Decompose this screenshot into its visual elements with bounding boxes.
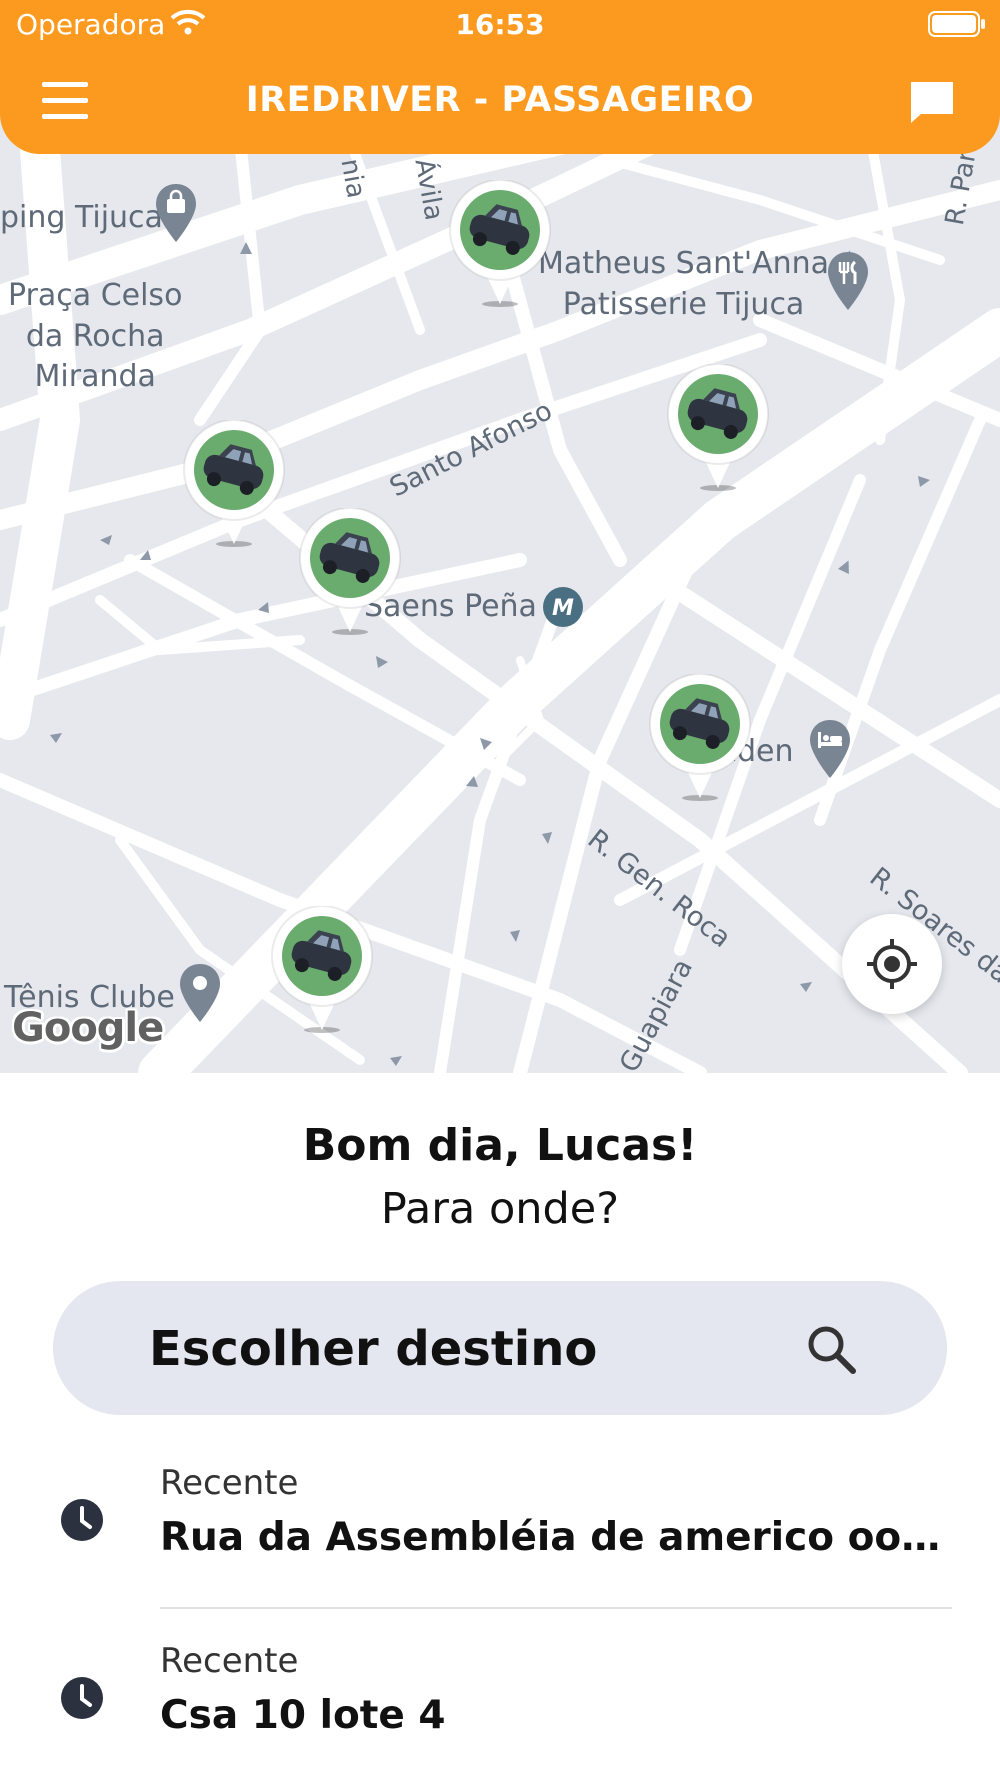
greeting-text: Bom dia, Lucas! [302, 1120, 698, 1171]
recent-label: Recente [160, 1463, 299, 1503]
car-marker-icon[interactable] [270, 906, 374, 1034]
status-time: 16:53 [455, 8, 545, 41]
map-view[interactable]: ping Tijuca Praça Celso da Rocha Miranda… [0, 0, 1000, 1073]
car-marker-icon[interactable] [648, 674, 752, 802]
recent-address: Rua da Assembléia de americo ooberlandia [160, 1515, 950, 1560]
metro-icon[interactable]: M [542, 586, 584, 628]
status-bar: Operadora 16:53 [0, 0, 1000, 50]
restaurant-icon[interactable] [826, 250, 870, 312]
recent-address: Csa 10 lote 4 [160, 1693, 446, 1738]
battery-icon [928, 11, 985, 37]
destination-question: Para onde? [380, 1184, 620, 1234]
car-marker-icon[interactable] [448, 180, 552, 308]
recent-destination-item[interactable]: Recente Rua da Assembléia de americo oob… [0, 1455, 1000, 1605]
map-label-praca: Praça Celso da Rocha Miranda [8, 278, 183, 394]
shopping-bag-icon[interactable] [154, 182, 198, 244]
hotel-icon[interactable] [808, 718, 852, 780]
google-attribution: Google [12, 1005, 164, 1051]
crosshair-icon [867, 939, 917, 989]
place-pin-icon[interactable] [178, 962, 222, 1024]
search-placeholder: Escolher destino [149, 1321, 598, 1377]
map-label-patisserie: Matheus Sant'Anna Patisserie Tijuca [538, 246, 830, 322]
my-location-button[interactable] [842, 914, 942, 1014]
recent-label: Recente [160, 1641, 299, 1681]
clock-icon [61, 1499, 103, 1541]
car-marker-icon[interactable] [298, 508, 402, 636]
list-divider [160, 1607, 952, 1609]
destination-search-bar[interactable]: Escolher destino [53, 1281, 947, 1415]
car-marker-icon[interactable] [182, 420, 286, 548]
chat-icon[interactable] [908, 79, 956, 125]
app-title: IREDRIVER - PASSAGEIRO [245, 80, 755, 120]
search-icon [808, 1326, 856, 1374]
map-roads [0, 49, 1000, 1073]
map-label-nia: nia [334, 156, 371, 201]
recent-destination-item[interactable]: Recente Csa 10 lote 4 [0, 1633, 1000, 1783]
app-header: Operadora 16:53 IREDRIVER - PASSAGEIRO [0, 0, 1000, 154]
map-label-shopping: ping Tijuca [0, 200, 163, 235]
svg-text:M: M [552, 596, 574, 621]
car-marker-icon[interactable] [666, 364, 770, 492]
clock-icon [61, 1677, 103, 1719]
